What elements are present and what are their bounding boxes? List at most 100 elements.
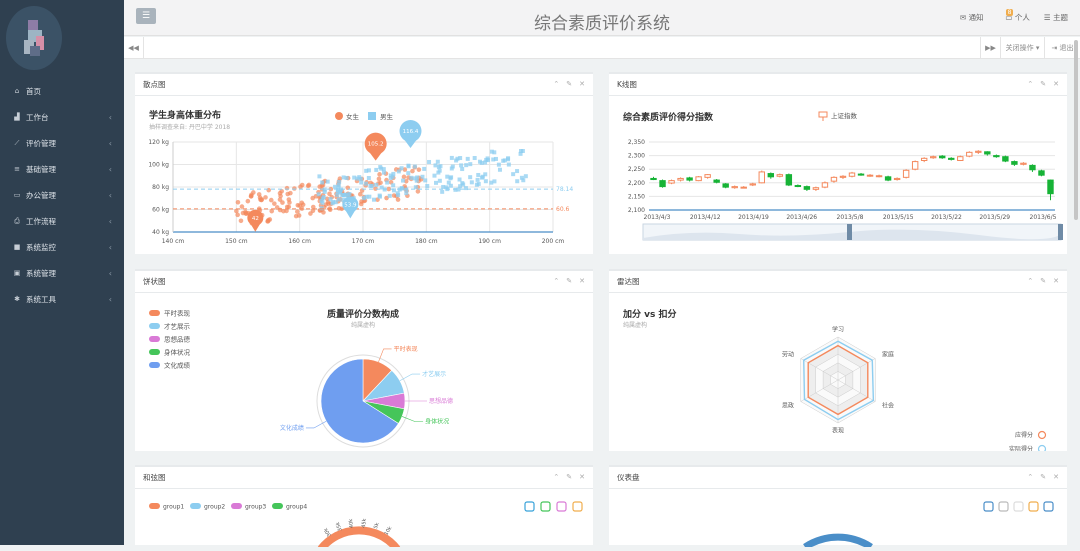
sidebar-item-6[interactable]: ■ 系统监控 ‹: [0, 234, 124, 260]
edit-icon: [983, 501, 994, 512]
female-point: [391, 193, 397, 198]
chart-icon: ▟: [14, 113, 20, 121]
male-point: [491, 157, 496, 162]
y-tick-label: 120 kg: [148, 139, 169, 146]
close-icon[interactable]: ✕: [1053, 80, 1059, 88]
tab-scroll-right-button[interactable]: ▶▶: [980, 37, 1000, 59]
x-tick-label: 140 cm: [162, 238, 185, 245]
wrench-icon[interactable]: ✎: [1040, 277, 1046, 285]
sidebar-menu: ⌂ 首页 ▟ 工作台 ‹ ⟋ 评价管理 ‹ ≡ 基础管理 ‹ ▭ 办公管理 ‹ ⎙ 工作流程 ‹ ■ 系统监控 ‹ ▣ 系…: [0, 78, 124, 312]
tab-scroll-left-button[interactable]: ◀◀: [124, 37, 144, 59]
candle-body: [857, 173, 865, 176]
candle-body: [686, 177, 693, 181]
page-scrollbar[interactable]: [1074, 40, 1078, 220]
close-ops-dropdown[interactable]: 关闭操作 ▾: [1000, 37, 1044, 59]
male-point: [390, 174, 395, 179]
x-tick-label: 190 cm: [478, 238, 501, 245]
laptop-icon: ▭: [13, 191, 21, 199]
chevron-left-icon: ‹: [108, 216, 112, 226]
female-point: [284, 185, 290, 191]
female-point: [281, 208, 286, 214]
collapse-icon[interactable]: ⌃: [553, 80, 559, 88]
male-point: [422, 166, 427, 171]
candle-body: [884, 176, 892, 181]
candle-body: [749, 183, 756, 186]
legend-label: 应得分: [1015, 431, 1033, 439]
collapse-icon[interactable]: ⌃: [1027, 80, 1033, 88]
close-icon[interactable]: ✕: [579, 80, 585, 88]
panel-title: 饼状图: [143, 277, 166, 286]
sidebar-item-3[interactable]: ≡ 基础管理 ‹: [0, 156, 124, 182]
candle-body: [939, 155, 946, 159]
chord-tick-label: 40k: [348, 518, 355, 528]
male-point: [391, 183, 396, 188]
candle-body: [668, 180, 675, 184]
legend-swatch: [149, 323, 160, 329]
male-point: [476, 181, 481, 186]
wrench-icon[interactable]: ✎: [566, 277, 572, 285]
male-point: [317, 174, 322, 179]
female-point: [410, 168, 415, 174]
x-tick-label: 180 cm: [415, 238, 438, 245]
legend-label: group3: [245, 504, 266, 511]
refresh-icon: [1028, 501, 1039, 512]
sidebar-item-5[interactable]: ⎙ 工作流程 ‹: [0, 208, 124, 234]
candle-body: [1047, 179, 1054, 195]
close-icon[interactable]: ✕: [579, 473, 585, 481]
female-point: [299, 182, 305, 188]
male-point: [401, 178, 406, 183]
sidebar-item-2[interactable]: ⟋ 评价管理 ‹: [0, 130, 124, 156]
sidebar-item-7[interactable]: ▣ 系统管理 ‹: [0, 260, 124, 286]
radar-indicator-label: 家庭: [882, 351, 894, 359]
candle-body: [948, 157, 955, 160]
female-point: [305, 183, 311, 189]
legend-female-label: 女生: [346, 112, 360, 121]
personal-link[interactable]: ▭ 个人: [1005, 12, 1029, 23]
candle-body: [659, 180, 666, 188]
legend-swatch: [1037, 430, 1047, 440]
candle-body: [902, 169, 910, 178]
female-point: [234, 208, 239, 214]
close-icon[interactable]: ✕: [579, 277, 585, 285]
wrench-icon[interactable]: ✎: [566, 80, 572, 88]
sidebar-item-0[interactable]: ⌂ 首页: [0, 78, 124, 104]
female-point: [336, 206, 342, 211]
legend-swatch: [272, 503, 283, 509]
sidebar-item-8[interactable]: ✱ 系统工具 ‹: [0, 286, 124, 312]
close-icon[interactable]: ✕: [1053, 277, 1059, 285]
chart-title: 质量评价分数构成: [327, 308, 399, 320]
sidebar-item-1[interactable]: ▟ 工作台 ‹: [0, 104, 124, 130]
male-point: [367, 194, 372, 199]
x-tick-label: 2013/5/29: [979, 214, 1010, 221]
legend-swatch: [190, 503, 201, 509]
notice-link[interactable]: ✉ 通知8: [960, 9, 1014, 23]
chord-tick-label: 35k: [335, 521, 344, 532]
collapse-icon[interactable]: ⌃: [1027, 473, 1033, 481]
user-avatar[interactable]: [6, 6, 62, 70]
male-point: [461, 182, 466, 187]
female-point: [238, 218, 244, 224]
male-point: [435, 159, 440, 164]
legend-label: 文化成绩: [164, 361, 191, 370]
collapse-icon[interactable]: ⌃: [553, 473, 559, 481]
radar-indicator-label: 社会: [882, 401, 894, 409]
x-tick-label: 2013/4/3: [644, 214, 671, 221]
wrench-icon[interactable]: ✎: [566, 473, 572, 481]
male-point: [336, 197, 341, 202]
chord-tick-label: 10k: [383, 525, 393, 536]
collapse-icon[interactable]: ⌃: [1027, 277, 1033, 285]
female-point: [235, 199, 241, 205]
kline-panel: K线图 ⌃ ✎ ✕ 综合素质评价得分指数 上证指数 2,100 2,150 2,200 2,2…: [609, 72, 1067, 254]
candle-body: [650, 177, 657, 181]
female-point: [292, 186, 297, 191]
close-icon[interactable]: ✕: [1053, 473, 1059, 481]
x-tick-label: 170 cm: [352, 238, 375, 245]
chevron-left-icon: ‹: [108, 112, 112, 122]
sidebar-item-4[interactable]: ▭ 办公管理 ‹: [0, 182, 124, 208]
wrench-icon[interactable]: ✎: [1040, 80, 1046, 88]
female-point: [377, 172, 382, 177]
theme-link[interactable]: ☰ 主题: [1044, 12, 1068, 23]
wrench-icon[interactable]: ✎: [1040, 473, 1046, 481]
male-point: [497, 167, 502, 172]
collapse-icon[interactable]: ⌃: [553, 277, 559, 285]
